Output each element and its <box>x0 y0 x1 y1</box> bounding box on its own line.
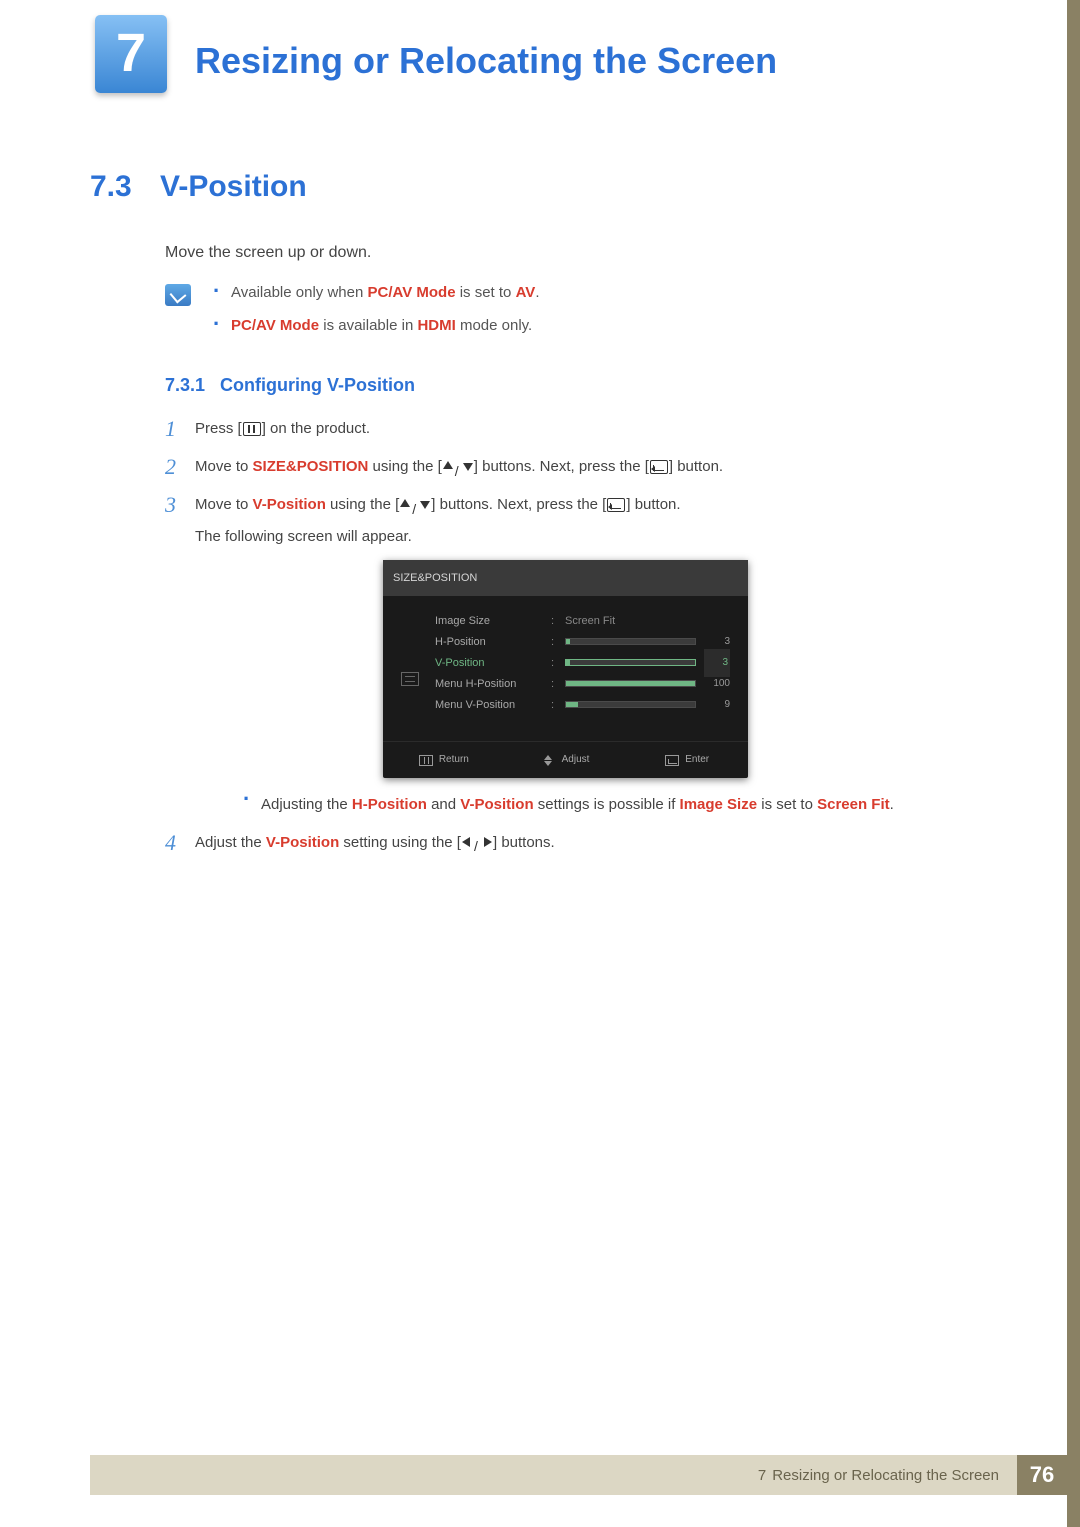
return-icon <box>419 755 433 766</box>
text: V-Position <box>460 796 533 813</box>
osd-value: 9 <box>704 692 730 718</box>
osd-slider <box>565 680 696 687</box>
osd-slider <box>565 701 696 708</box>
side-stripe <box>1067 0 1080 1527</box>
subsection-title: Configuring V-Position <box>220 375 415 395</box>
step: 2 Move to SIZE&POSITION using the [/] bu… <box>165 454 980 480</box>
enter-icon <box>665 755 679 766</box>
step: 1 Press [ ] on the product. <box>165 416 980 442</box>
text: SIZE&POSITION <box>253 458 369 475</box>
menu-button-icon <box>243 422 261 436</box>
section-heading: 7.3V-Position <box>90 170 980 204</box>
text: is set to <box>757 796 817 813</box>
osd-slider <box>565 638 696 645</box>
content: 7.3V-Position Move the screen up or down… <box>0 130 1080 856</box>
step: 4 Adjust the V-Position setting using th… <box>165 830 980 856</box>
up-down-icon: / <box>400 497 430 511</box>
osd-title: SIZE&POSITION <box>383 560 748 596</box>
text: HDMI <box>417 317 455 334</box>
text: . <box>890 796 894 813</box>
text: Screen Fit <box>817 796 890 813</box>
text: is set to <box>456 284 516 301</box>
up-down-icon: / <box>443 459 473 473</box>
enter-button-icon <box>607 498 625 512</box>
step-number: 1 <box>165 416 195 442</box>
step-note: Adjusting the H-Position and V-Position … <box>243 792 980 818</box>
text: ] buttons. Next, press the [ <box>474 458 649 475</box>
text: The following screen will appear. <box>195 524 980 550</box>
text: and <box>427 796 460 813</box>
text: ] buttons. <box>493 834 555 851</box>
page-footer: 7 Resizing or Relocating the Screen 76 <box>0 1455 1080 1495</box>
text: mode only. <box>456 317 532 334</box>
section-number: 7.3 <box>90 170 160 204</box>
text: Adjust the <box>195 834 266 851</box>
chapter-number-badge: 7 <box>95 15 167 93</box>
text: AV <box>516 284 536 301</box>
footer-page-number: 76 <box>1017 1455 1067 1495</box>
osd-label: Menu V-Position <box>435 692 543 718</box>
text: ] button. <box>669 458 723 475</box>
enter-button-icon <box>650 460 668 474</box>
section-intro: Move the screen up or down. <box>165 244 980 262</box>
chapter-title: Resizing or Relocating the Screen <box>195 40 777 82</box>
step: 3 Move to V-Position using the [/] butto… <box>165 492 980 818</box>
step-number: 3 <box>165 492 195 818</box>
adjust-icon <box>542 755 556 766</box>
osd-row: Menu V-Position : 9 <box>435 694 730 715</box>
text: setting using the [ <box>339 834 461 851</box>
text: settings is possible if <box>534 796 680 813</box>
osd-foot-label: Return <box>439 747 469 773</box>
text: Move to <box>195 496 253 513</box>
footer-chapter-title: Resizing or Relocating the Screen <box>772 1467 999 1484</box>
text: V-Position <box>266 834 339 851</box>
text: using the [ <box>368 458 441 475</box>
left-right-icon: / <box>462 835 492 849</box>
step-number: 4 <box>165 830 195 856</box>
note-item: PC/AV Mode is available in HDMI mode onl… <box>213 317 980 334</box>
subsection-number: 7.3.1 <box>165 375 220 396</box>
text: Move to <box>195 458 253 475</box>
text: . <box>535 284 539 301</box>
text: is available in <box>319 317 417 334</box>
osd-panel: SIZE&POSITION Image Size : Screen Fit H-… <box>383 560 748 778</box>
osd-slider <box>565 659 696 666</box>
text: ] buttons. Next, press the [ <box>431 496 606 513</box>
step-number: 2 <box>165 454 195 480</box>
text: V-Position <box>253 496 326 513</box>
text: PC/AV Mode <box>231 317 319 334</box>
text: ] on the product. <box>262 420 370 437</box>
subsection-heading: 7.3.1Configuring V-Position <box>165 375 980 396</box>
osd-category-icon <box>401 672 419 686</box>
section-title: V-Position <box>160 170 307 203</box>
page-header: 7 Resizing or Relocating the Screen <box>0 0 1080 130</box>
text: PC/AV Mode <box>367 284 455 301</box>
text: H-Position <box>352 796 427 813</box>
text: using the [ <box>326 496 399 513</box>
osd-value: Screen Fit <box>565 608 615 634</box>
text: ] button. <box>626 496 680 513</box>
text: Available only when <box>231 284 367 301</box>
osd-foot-label: Enter <box>685 747 709 773</box>
note-item: Available only when PC/AV Mode is set to… <box>213 284 980 301</box>
note-icon <box>165 284 191 306</box>
note-block: Available only when PC/AV Mode is set to… <box>165 284 980 350</box>
footer-chapter-number: 7 <box>758 1467 766 1484</box>
text: Image Size <box>680 796 758 813</box>
steps-list: 1 Press [ ] on the product. 2 Move to SIZ… <box>165 416 980 856</box>
osd-footer: Return Adjust Enter <box>383 741 748 778</box>
osd-foot-label: Adjust <box>562 747 590 773</box>
text: Press [ <box>195 420 242 437</box>
text: Adjusting the <box>261 796 352 813</box>
